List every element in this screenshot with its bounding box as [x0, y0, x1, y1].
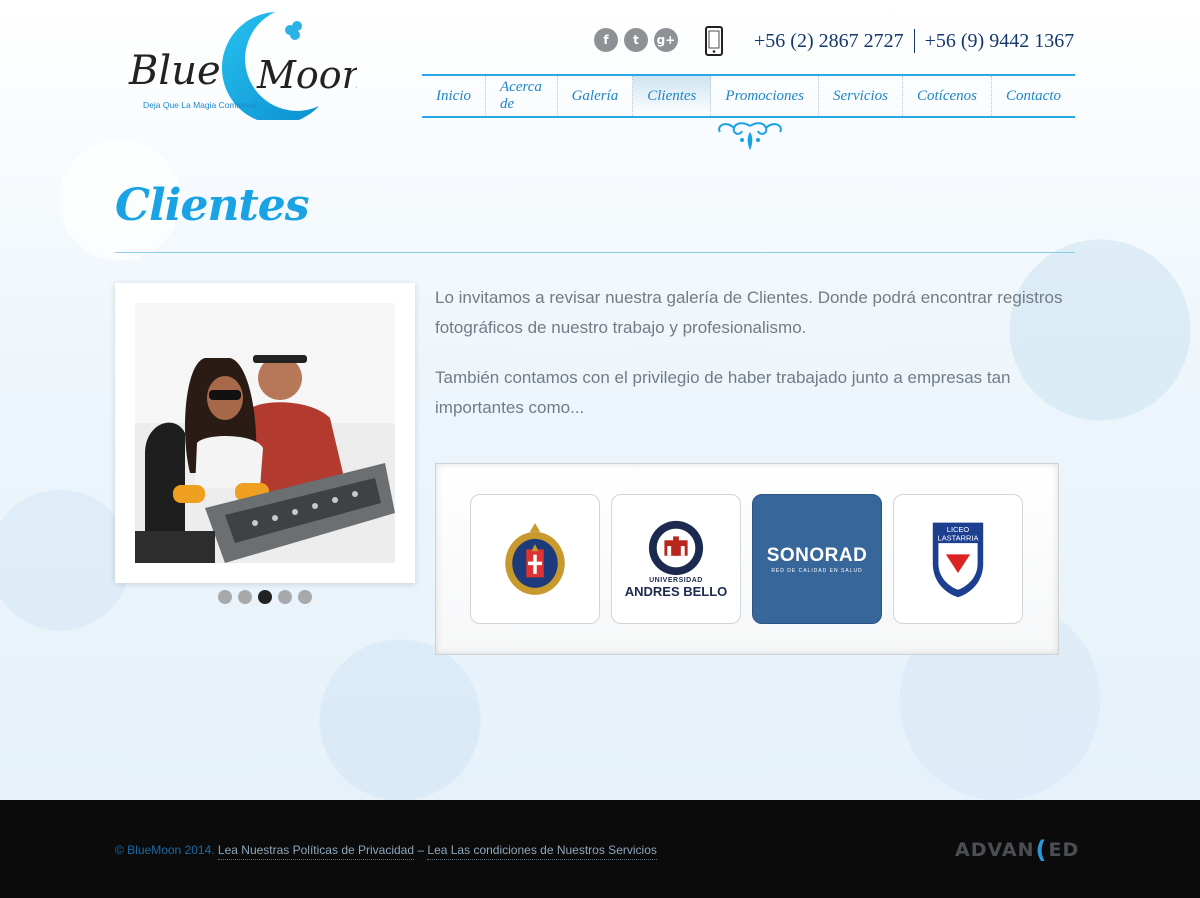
nav-item-clientes[interactable]: Clientes [633, 76, 712, 116]
slider-photo[interactable] [135, 303, 395, 563]
liceo-shield-icon: LICEO LASTARRIA [932, 522, 984, 598]
sonorad-tagline: RED DE CALIDAD EN SALUD [771, 567, 863, 574]
photo-slider [115, 283, 415, 583]
advanced-c-mark: ( [1035, 836, 1048, 864]
bluemoon-logo[interactable]: Blue Moon Deja Que La Magia Comience [125, 8, 366, 124]
svg-text:Blue: Blue [128, 48, 221, 94]
svg-text:Deja Que La Magia Comience: Deja Que La Magia Comience [143, 100, 257, 110]
slider-dot[interactable] [238, 590, 252, 604]
site-footer: © BlueMoon 2014. Lea Nuestras Políticas … [0, 800, 1200, 898]
nav-item-promociones[interactable]: Promociones [711, 76, 820, 116]
slider-dot[interactable] [278, 590, 292, 604]
intro-paragraph: Lo invitamos a revisar nuestra galería d… [435, 288, 1063, 337]
svg-text:Moon: Moon [256, 53, 357, 97]
phone-number-landline[interactable]: +56 (2) 2867 2727 [754, 30, 904, 53]
social-links: f t g+ [594, 28, 678, 52]
clients-paragraph: También contamos con el privilegio de ha… [435, 368, 1011, 417]
unab-seal-icon [648, 520, 704, 576]
privacy-policy-link[interactable]: Lea Nuestras Políticas de Privacidad [217, 843, 415, 860]
terms-of-service-link[interactable]: Lea Las condiciones de Nuestros Servicio… [427, 843, 657, 860]
client-logo-unab[interactable]: UNIVERSIDAD ANDRES BELLO [611, 494, 741, 624]
puc-shield-icon [505, 523, 565, 595]
nav-ornament-icon [718, 122, 782, 150]
nav-item-galeria[interactable]: Galería [558, 76, 634, 116]
phone-divider [913, 29, 915, 53]
unab-line-1: UNIVERSIDAD [649, 577, 703, 584]
moon-logo-icon: Blue Moon Deja Que La Magia Comience [128, 12, 366, 124]
twitter-icon[interactable]: t [624, 28, 648, 52]
page-title: Clientes [115, 180, 310, 231]
unab-line-2: ANDRES BELLO [624, 584, 728, 599]
client-logo-liceo-lastarria[interactable]: LICEO LASTARRIA [893, 494, 1023, 624]
footer-separator: – [417, 843, 425, 857]
slider-dot-active[interactable] [258, 590, 272, 604]
slider-dot[interactable] [218, 590, 232, 604]
svg-text:LASTARRIA: LASTARRIA [938, 533, 979, 542]
phone-number-mobile[interactable]: +56 (9) 9442 1367 [925, 30, 1075, 53]
facebook-icon[interactable]: f [594, 28, 618, 52]
developer-logo-advanced[interactable]: ADVAN ( ED [955, 836, 1079, 864]
advanced-text-right: ED [1048, 839, 1080, 861]
nav-item-servicios[interactable]: Servicios [819, 76, 903, 116]
nav-item-inicio[interactable]: Inicio [422, 76, 486, 116]
sonorad-name: SONORAD [766, 544, 868, 566]
nav-item-contacto[interactable]: Contacto [992, 76, 1075, 116]
client-logo-puc[interactable] [470, 494, 600, 624]
client-logos-carousel: UNIVERSIDAD ANDRES BELLO SONORAD RED DE … [435, 463, 1059, 655]
dj-photo-illustration [135, 303, 395, 563]
phone-numbers: +56 (2) 2867 2727 +56 (9) 9442 1367 [754, 29, 1074, 53]
copyright-text: © BlueMoon 2014. [115, 843, 215, 857]
mobile-phone-icon [705, 26, 723, 56]
google-plus-icon[interactable]: g+ [654, 28, 678, 52]
nav-item-acerca-de[interactable]: Acerca de [486, 76, 558, 116]
page: Blue Moon Deja Que La Magia Comience f t… [0, 0, 1200, 800]
slider-dot[interactable] [298, 590, 312, 604]
advanced-text-left: ADVAN [955, 839, 1035, 861]
slider-pagination [218, 590, 312, 604]
footer-copyright: © BlueMoon 2014. Lea Nuestras Políticas … [115, 843, 657, 860]
title-divider [115, 252, 1075, 253]
main-nav: Inicio Acerca de Galería Clientes Promoc… [422, 74, 1075, 118]
client-logo-sonorad[interactable]: SONORAD RED DE CALIDAD EN SALUD [752, 494, 882, 624]
nav-item-cotizacion[interactable]: Cotícenos [903, 76, 992, 116]
